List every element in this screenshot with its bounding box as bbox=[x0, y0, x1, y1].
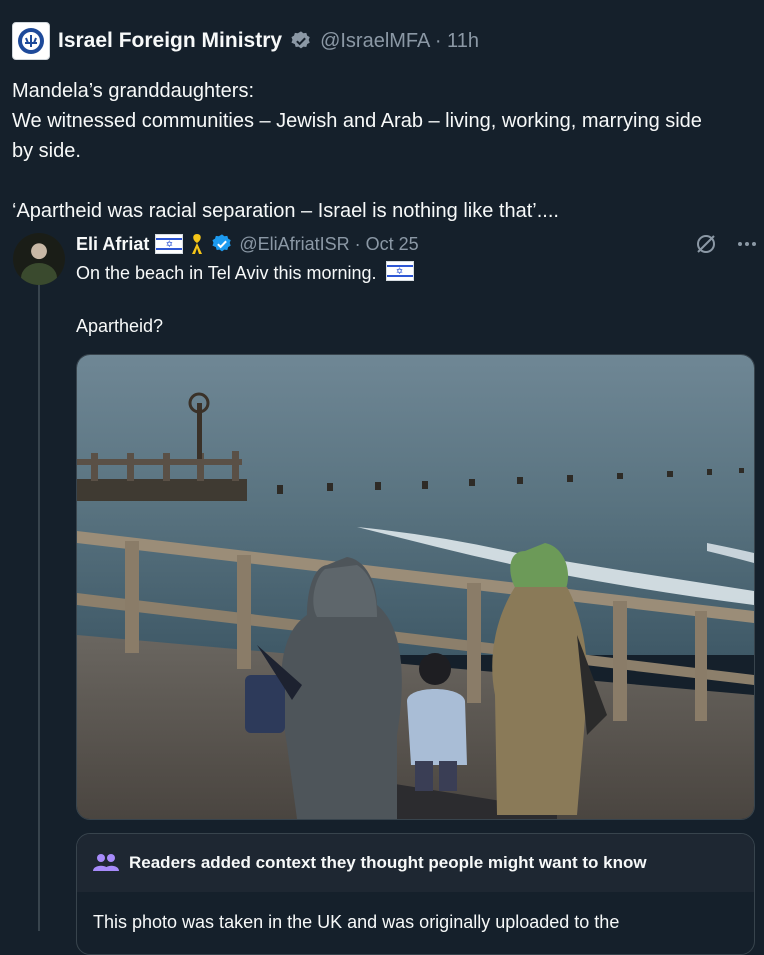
israel-mfa-avatar[interactable] bbox=[12, 22, 50, 60]
community-note[interactable]: Readers added context they thought peopl… bbox=[76, 833, 755, 955]
post-handle-time[interactable]: @IsraelMFA · 11h bbox=[320, 30, 479, 53]
verified-badge-grey-icon bbox=[291, 31, 310, 49]
quoted-author-name[interactable]: Eli Afriat bbox=[76, 234, 149, 255]
post-header: Israel Foreign Ministry @IsraelMFA · 11h bbox=[12, 22, 479, 60]
more-icon[interactable] bbox=[736, 233, 758, 255]
grok-icon[interactable] bbox=[694, 232, 718, 256]
top-edge bbox=[0, 0, 764, 4]
quoted-text-line2: Apartheid? bbox=[76, 316, 164, 336]
community-note-body: This photo was taken in the UK and was o… bbox=[93, 912, 620, 932]
israel-flag-icon: ✡ bbox=[155, 234, 184, 254]
eli-afriat-avatar[interactable] bbox=[13, 233, 65, 285]
quoted-post-text: On the beach in Tel Aviv this morning. ✡… bbox=[76, 260, 736, 339]
thread-line bbox=[38, 285, 40, 931]
quoted-text-line1: On the beach in Tel Aviv this morning. bbox=[76, 263, 377, 283]
community-note-header: Readers added context they thought peopl… bbox=[77, 834, 754, 892]
menorah-emblem-icon bbox=[18, 28, 44, 54]
quoted-post-photo[interactable] bbox=[76, 354, 755, 820]
quoted-handle-time[interactable]: @EliAfriatISR · Oct 25 bbox=[239, 234, 418, 255]
community-note-title: Readers added context they thought peopl… bbox=[129, 853, 647, 872]
yellow-ribbon-icon bbox=[192, 234, 203, 254]
israel-flag-icon: ✡ bbox=[385, 261, 414, 281]
post-author-name[interactable]: Israel Foreign Ministry bbox=[58, 29, 282, 53]
beach-photo-illustration bbox=[77, 355, 754, 819]
verified-badge-blue-icon bbox=[212, 234, 232, 252]
quoted-post-header: Eli Afriat ✡ @EliAfriatISR · Oct 25 bbox=[76, 230, 419, 258]
people-icon bbox=[93, 854, 119, 871]
post-text: Mandela’s granddaughters: We witnessed c… bbox=[12, 80, 702, 222]
quoted-post-actions bbox=[694, 232, 758, 256]
